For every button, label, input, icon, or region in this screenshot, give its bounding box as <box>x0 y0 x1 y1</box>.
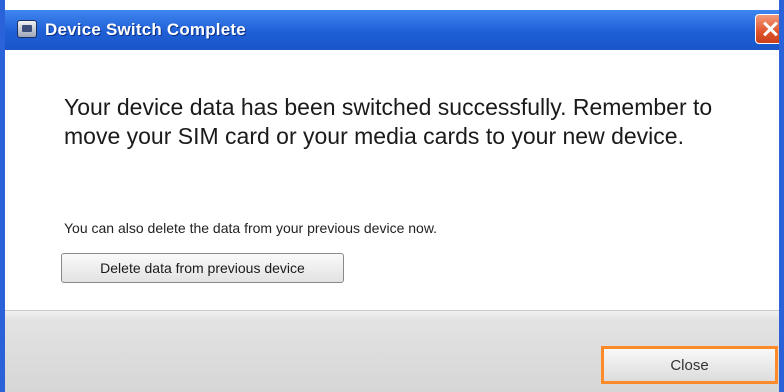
dialog-content: Your device data has been switched succe… <box>5 50 779 310</box>
dialog-window: Device Switch Complete Your device data … <box>0 0 784 392</box>
dialog-footer: Close <box>5 310 779 392</box>
title-bar[interactable]: Device Switch Complete <box>5 10 779 50</box>
close-icon[interactable] <box>755 14 779 44</box>
device-icon <box>17 20 37 38</box>
delete-info-text: You can also delete the data from your p… <box>64 220 438 236</box>
success-message: Your device data has been switched succe… <box>64 94 713 149</box>
delete-previous-device-data-button[interactable]: Delete data from previous device <box>61 253 344 283</box>
close-button[interactable]: Close <box>601 346 778 384</box>
window-title: Device Switch Complete <box>45 20 246 39</box>
